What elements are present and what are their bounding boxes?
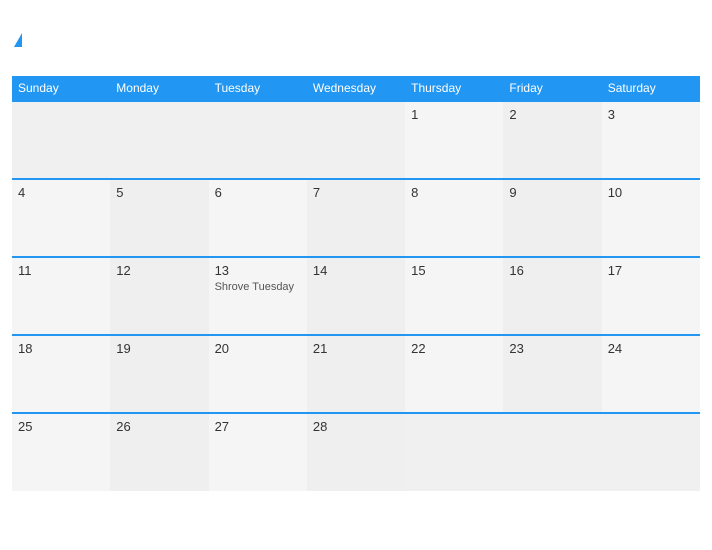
calendar-cell: 8 [405, 179, 503, 257]
calendar-cell: 25 [12, 413, 110, 491]
calendar-cell: 13 Shrove Tuesday [209, 257, 307, 335]
logo [12, 32, 22, 48]
calendar-cell: 21 [307, 335, 405, 413]
day-number: 25 [18, 419, 104, 434]
calendar-cell: 15 [405, 257, 503, 335]
day-number: 12 [116, 263, 202, 278]
calendar-cell: 16 [503, 257, 601, 335]
day-number: 10 [608, 185, 694, 200]
day-number: 17 [608, 263, 694, 278]
logo-text [12, 32, 22, 48]
calendar-cell: 12 [110, 257, 208, 335]
calendar-cell [110, 101, 208, 179]
calendar-cell: 18 [12, 335, 110, 413]
day-number: 2 [509, 107, 595, 122]
calendar-cell: 1 [405, 101, 503, 179]
calendar-grid: SundayMondayTuesdayWednesdayThursdayFrid… [12, 76, 700, 491]
week-row-3: 11 12 13 Shrove Tuesday 14 15 16 17 [12, 257, 700, 335]
day-header-sunday: Sunday [12, 76, 110, 101]
calendar-cell: 14 [307, 257, 405, 335]
event-label: Shrove Tuesday [215, 281, 301, 293]
day-number: 9 [509, 185, 595, 200]
day-header-wednesday: Wednesday [307, 76, 405, 101]
week-row-1: 123 [12, 101, 700, 179]
day-number: 15 [411, 263, 497, 278]
day-number: 5 [116, 185, 202, 200]
calendar-cell: 27 [209, 413, 307, 491]
week-row-2: 456789 10 [12, 179, 700, 257]
day-number: 19 [116, 341, 202, 356]
calendar-header-row: SundayMondayTuesdayWednesdayThursdayFrid… [12, 76, 700, 101]
calendar-cell: 2 [503, 101, 601, 179]
day-header-saturday: Saturday [602, 76, 700, 101]
calendar-cell: 26 [110, 413, 208, 491]
day-number: 20 [215, 341, 301, 356]
day-number: 26 [116, 419, 202, 434]
calendar-header [12, 10, 700, 70]
calendar-body: 12345678910111213Shrove Tuesday141516171… [12, 101, 700, 491]
day-number: 23 [509, 341, 595, 356]
day-header-monday: Monday [110, 76, 208, 101]
calendar-cell: 9 [503, 179, 601, 257]
day-number: 11 [18, 263, 104, 278]
day-header-thursday: Thursday [405, 76, 503, 101]
calendar-cell [503, 413, 601, 491]
day-number: 4 [18, 185, 104, 200]
calendar-cell [602, 413, 700, 491]
day-number: 7 [313, 185, 399, 200]
calendar-cell: 20 [209, 335, 307, 413]
day-number: 14 [313, 263, 399, 278]
calendar-cell: 3 [602, 101, 700, 179]
day-number: 13 [215, 263, 301, 278]
day-number: 22 [411, 341, 497, 356]
day-number: 18 [18, 341, 104, 356]
calendar-cell [209, 101, 307, 179]
calendar-cell: 24 [602, 335, 700, 413]
day-number: 3 [608, 107, 694, 122]
calendar-cell [12, 101, 110, 179]
day-number: 16 [509, 263, 595, 278]
calendar-cell: 5 [110, 179, 208, 257]
day-number: 6 [215, 185, 301, 200]
calendar-cell [405, 413, 503, 491]
day-number: 27 [215, 419, 301, 434]
calendar-cell: 11 [12, 257, 110, 335]
calendar-cell [307, 101, 405, 179]
calendar-cell: 23 [503, 335, 601, 413]
calendar-cell: 7 [307, 179, 405, 257]
week-row-5: 25 26 27 28 [12, 413, 700, 491]
week-row-4: 18 19 20 21 22 23 24 [12, 335, 700, 413]
day-number: 8 [411, 185, 497, 200]
day-number: 28 [313, 419, 399, 434]
calendar-cell: 17 [602, 257, 700, 335]
calendar-container: SundayMondayTuesdayWednesdayThursdayFrid… [0, 0, 712, 550]
calendar-cell: 4 [12, 179, 110, 257]
calendar-cell: 19 [110, 335, 208, 413]
calendar-cell: 22 [405, 335, 503, 413]
calendar-cell: 6 [209, 179, 307, 257]
day-number: 21 [313, 341, 399, 356]
day-header-friday: Friday [503, 76, 601, 101]
calendar-cell: 10 [602, 179, 700, 257]
day-header-tuesday: Tuesday [209, 76, 307, 101]
day-number: 1 [411, 107, 497, 122]
day-number: 24 [608, 341, 694, 356]
calendar-cell: 28 [307, 413, 405, 491]
logo-triangle-icon [14, 33, 22, 47]
